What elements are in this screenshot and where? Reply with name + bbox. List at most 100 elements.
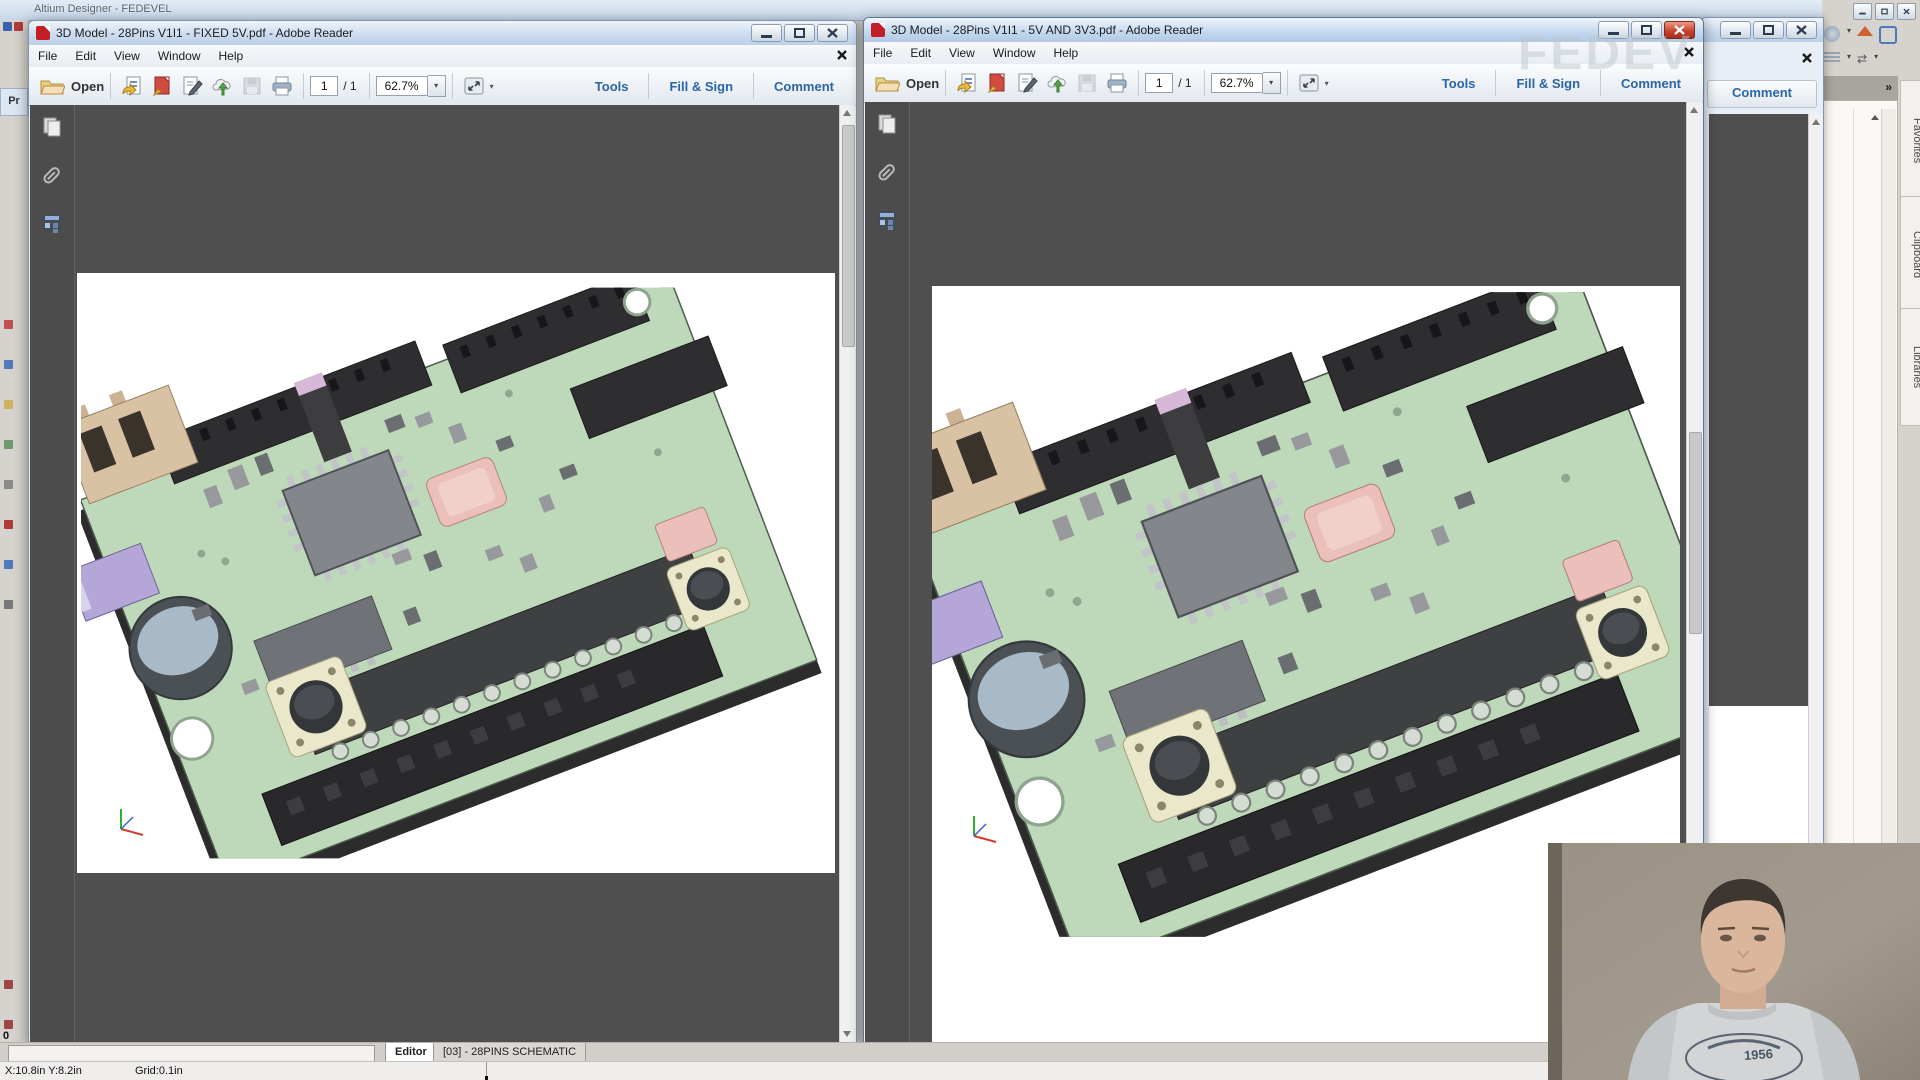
tab-schematic[interactable]: [03] - 28PINS SCHEMATIC	[433, 1043, 586, 1062]
menu-help[interactable]: Help	[210, 46, 253, 67]
page-number-input[interactable]: 1	[1145, 73, 1173, 93]
maximize-button[interactable]	[1875, 3, 1894, 20]
scroll-up-icon[interactable]	[1871, 115, 1879, 120]
tools-button[interactable]: Tools	[581, 79, 643, 94]
print-button[interactable]	[1104, 71, 1130, 95]
close-button[interactable]	[1786, 21, 1817, 39]
tool-icon[interactable]	[4, 980, 13, 989]
toolbar-overflow-icon[interactable]: ▾	[490, 82, 494, 91]
menu-file[interactable]: File	[864, 43, 901, 64]
menu-edit[interactable]: Edit	[66, 46, 105, 67]
panel-overflow-strip[interactable]: »	[1822, 76, 1898, 100]
menu-edit[interactable]: Edit	[901, 43, 940, 64]
upload-cloud-button[interactable]	[209, 74, 235, 98]
projects-panel-tab[interactable]: Pr	[0, 88, 28, 116]
menu-window[interactable]: Window	[149, 46, 210, 67]
sync-icon[interactable]	[1879, 26, 1897, 44]
maximize-button[interactable]	[784, 24, 815, 42]
document-area	[30, 105, 855, 1042]
fill-sign-button[interactable]: Fill & Sign	[1502, 76, 1594, 91]
dropdown-arrow-icon[interactable]: ▾	[1847, 26, 1851, 44]
page-thumbnails-icon[interactable]	[40, 115, 64, 139]
tool-icon[interactable]	[4, 440, 13, 449]
zoom-dropdown-button[interactable]: ▾	[1263, 72, 1281, 94]
fit-page-button[interactable]	[1296, 71, 1322, 95]
upload-cloud-button[interactable]	[1044, 71, 1070, 95]
dropdown-arrow-icon[interactable]: ▾	[1847, 52, 1851, 66]
send-file-button[interactable]	[954, 71, 980, 95]
menu-file[interactable]: File	[29, 46, 66, 67]
tool-icon[interactable]	[4, 600, 13, 609]
save-button[interactable]	[1074, 71, 1100, 95]
forward-nav-icon[interactable]	[1824, 26, 1840, 42]
tool-icon[interactable]	[4, 400, 13, 409]
model-tree-icon[interactable]	[875, 208, 899, 232]
model-tree-icon[interactable]	[40, 211, 64, 235]
titlebar[interactable]: 3D Model - 28Pins V1I1 - FIXED 5V.pdf - …	[29, 21, 856, 45]
minimize-button[interactable]	[751, 24, 782, 42]
scrollbar-thumb[interactable]	[1689, 432, 1702, 634]
close-button[interactable]	[1664, 21, 1695, 39]
sign-button[interactable]	[1014, 71, 1040, 95]
tool-icon[interactable]	[4, 560, 13, 569]
fill-sign-button[interactable]: Fill & Sign	[655, 79, 747, 94]
sign-button[interactable]	[179, 74, 205, 98]
overflow-chevron[interactable]: »	[1885, 80, 1892, 94]
maximize-button[interactable]	[1631, 21, 1662, 39]
home-icon[interactable]	[1857, 26, 1873, 36]
document-close-icon[interactable]	[1801, 52, 1813, 64]
panel-tab-favorites[interactable]: Favorites	[1900, 80, 1920, 202]
page-thumbnails-icon[interactable]	[875, 112, 899, 136]
create-pdf-button[interactable]	[984, 71, 1010, 95]
page-number-input[interactable]: 1	[310, 76, 338, 96]
tool-icon[interactable]	[4, 320, 13, 329]
attachments-paperclip-icon[interactable]	[875, 160, 899, 184]
swap-tool-icon[interactable]: ⇄	[1857, 52, 1867, 66]
zoom-level-input[interactable]: 62.7%	[1211, 73, 1263, 93]
create-pdf-button[interactable]	[149, 74, 175, 98]
toolbar-overflow-icon[interactable]: ▾	[1325, 79, 1329, 88]
menu-help[interactable]: Help	[1045, 43, 1088, 64]
close-button[interactable]	[817, 24, 848, 42]
panel-tab-libraries[interactable]: Libraries	[1900, 308, 1920, 426]
tool-icon[interactable]	[4, 480, 13, 489]
pcb-3d-model[interactable]	[932, 292, 1680, 937]
pcb-3d-model[interactable]	[81, 281, 829, 865]
document-close-icon[interactable]	[836, 49, 848, 61]
open-button[interactable]: Open	[39, 75, 104, 97]
dropdown-arrow-icon[interactable]: ▾	[1874, 52, 1878, 66]
scrollbar-thumb[interactable]	[842, 125, 855, 347]
minimize-button[interactable]	[1598, 21, 1629, 39]
comment-button[interactable]: Comment	[1707, 80, 1817, 108]
fit-page-button[interactable]	[461, 74, 487, 98]
save-button[interactable]	[239, 74, 265, 98]
print-button[interactable]	[269, 74, 295, 98]
minimize-button[interactable]	[1853, 3, 1872, 20]
menu-view[interactable]: View	[940, 43, 984, 64]
tab-editor[interactable]: Editor	[385, 1043, 437, 1062]
close-button[interactable]	[1897, 3, 1916, 20]
panel-tab-clipboard[interactable]: Clipboard	[1900, 196, 1920, 314]
horizontal-scrollbar[interactable]	[8, 1045, 375, 1062]
comment-button[interactable]: Comment	[760, 79, 848, 94]
tools-button[interactable]: Tools	[1428, 76, 1490, 91]
zoom-level-input[interactable]: 62.7%	[376, 76, 428, 96]
send-file-button[interactable]	[119, 74, 145, 98]
maximize-button[interactable]	[1753, 21, 1784, 39]
document-close-icon[interactable]	[1683, 46, 1695, 58]
cursor-coordinates: X:10.8in Y:8.2in	[5, 1065, 82, 1077]
list-tool-icon[interactable]	[1824, 52, 1840, 64]
axis-triad-icon	[960, 806, 1006, 852]
tool-icon[interactable]	[4, 520, 13, 529]
menu-view[interactable]: View	[105, 46, 149, 67]
vertical-scrollbar[interactable]	[839, 105, 855, 1042]
zoom-dropdown-button[interactable]: ▾	[428, 75, 446, 97]
titlebar[interactable]: 3D Model - 28Pins V1I1 - 5V AND 3V3.pdf …	[864, 18, 1703, 42]
minimize-button[interactable]	[1720, 21, 1751, 39]
open-button[interactable]: Open	[874, 72, 939, 94]
comment-button[interactable]: Comment	[1607, 76, 1695, 91]
tool-icon[interactable]	[4, 360, 13, 369]
tool-icon[interactable]	[4, 1020, 13, 1029]
attachments-paperclip-icon[interactable]	[40, 163, 64, 187]
menu-window[interactable]: Window	[984, 43, 1045, 64]
